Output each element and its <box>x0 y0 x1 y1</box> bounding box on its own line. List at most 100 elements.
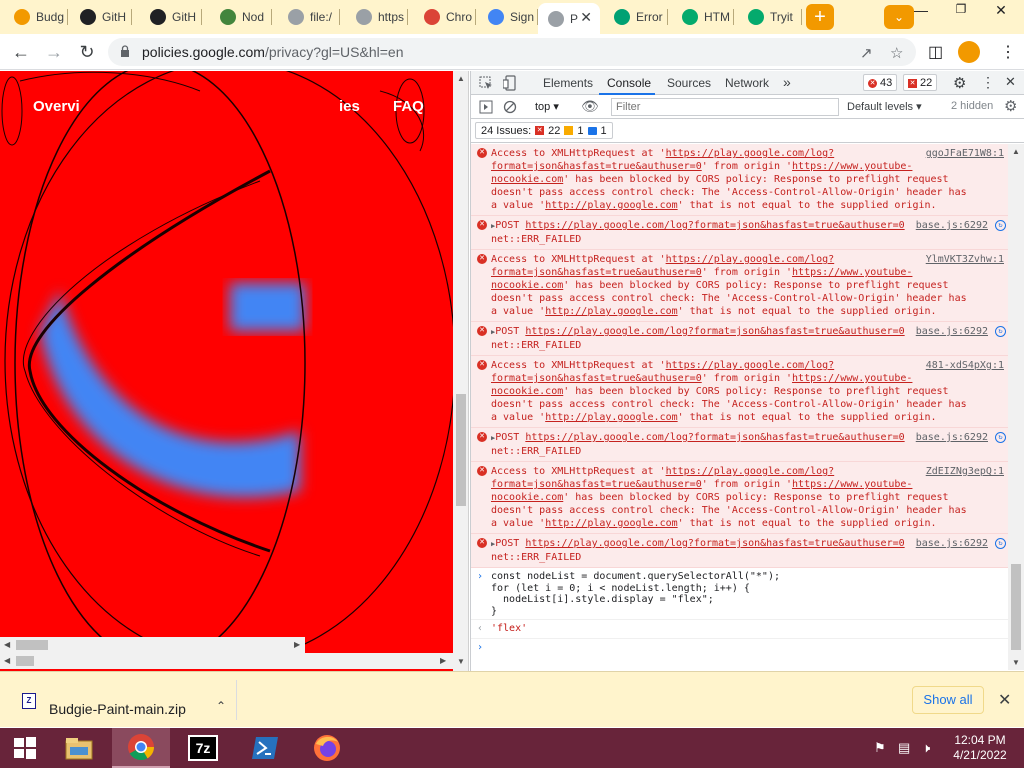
request-url-link[interactable]: https://play.google.com/log?format=json&… <box>525 326 904 337</box>
address-bar[interactable]: policies.google.com/privacy?gl=US&hl=en … <box>108 38 916 66</box>
console-output[interactable]: ✕ Access to XMLHttpRequest at ' https://pl… <box>471 144 1008 670</box>
console-scrollbar[interactable]: ▲ ▼ <box>1008 144 1024 670</box>
source-link[interactable]: ggoJFaE71W8:1 <box>921 147 1004 160</box>
scrollbar-thumb[interactable] <box>16 640 48 650</box>
console-network-error[interactable]: ✕ ▶POST https://play.google.com/log?forma… <box>471 428 1008 462</box>
browser-tab[interactable]: P ✕ <box>538 3 600 34</box>
request-url-link[interactable]: https://play.google.com/log?format=json&… <box>525 220 904 231</box>
clear-console-icon[interactable] <box>503 100 517 114</box>
live-expression-eye-icon[interactable]: 👁 <box>581 98 599 115</box>
device-toolbar-icon[interactable] <box>503 75 517 91</box>
taskbar-file-explorer[interactable] <box>50 728 108 768</box>
inspect-element-icon[interactable] <box>479 76 493 90</box>
page-vertical-scrollbar[interactable]: ▲ ▼ <box>453 71 469 671</box>
request-url-link[interactable]: https://play.google.com/log?format=json&… <box>525 538 904 549</box>
scroll-down-arrow-icon[interactable]: ▼ <box>1012 658 1020 667</box>
back-button[interactable]: ← <box>10 41 32 63</box>
network-reload-icon[interactable]: ↻ <box>995 538 1006 549</box>
console-cors-error[interactable]: ✕ Access to XMLHttpRequest at 'https://pl… <box>471 250 1008 322</box>
warning-count-badge[interactable]: ✕ 22 <box>903 74 938 91</box>
inner-horizontal-scrollbar[interactable]: ◀ ▶ <box>0 637 305 653</box>
side-panel-icon[interactable]: ◫ <box>928 42 943 62</box>
header-value-link[interactable]: http://play.google.com <box>545 306 677 317</box>
browser-tab[interactable]: Chro <box>414 4 476 30</box>
download-item[interactable]: Z Budgie-Paint-main.zip ⌃ <box>10 680 236 720</box>
source-link[interactable]: base.js:6292 <box>911 219 988 232</box>
action-center-flag-icon[interactable]: ⚑ <box>874 740 886 756</box>
tab-sources[interactable]: Sources <box>667 76 711 90</box>
error-count-badge[interactable]: ✕ 43 <box>863 74 898 91</box>
scrollbar-thumb[interactable] <box>16 656 34 666</box>
network-reload-icon[interactable]: ↻ <box>995 432 1006 443</box>
console-network-error[interactable]: ✕ ▶POST https://play.google.com/log?forma… <box>471 322 1008 356</box>
start-button[interactable] <box>0 728 50 768</box>
scroll-down-arrow-icon[interactable]: ▼ <box>457 657 465 666</box>
console-cors-error[interactable]: ✕ Access to XMLHttpRequest at 'https://pl… <box>471 144 1008 216</box>
browser-tab[interactable]: https <box>346 4 408 30</box>
lock-icon[interactable] <box>120 45 130 57</box>
header-value-link[interactable]: http://play.google.com <box>545 518 677 529</box>
console-cors-error[interactable]: ✕ Access to XMLHttpRequest at 'https://pl… <box>471 356 1008 428</box>
avatar[interactable] <box>958 41 980 63</box>
nav-policies-link[interactable]: ies <box>339 98 360 115</box>
scrollbar-thumb[interactable] <box>1011 564 1021 650</box>
sidebar-toggle-icon[interactable] <box>479 100 493 114</box>
scroll-right-arrow-icon[interactable]: ▶ <box>440 656 446 665</box>
network-reload-icon[interactable]: ↻ <box>995 326 1006 337</box>
console-prompt[interactable]: › <box>471 639 1008 657</box>
settings-gear-icon[interactable]: ⚙ <box>953 74 966 92</box>
bookmark-star-icon[interactable]: ☆ <box>890 44 903 62</box>
scroll-left-arrow-icon[interactable]: ◀ <box>4 656 10 665</box>
reload-button[interactable]: ↻ <box>76 41 98 63</box>
console-filter-input[interactable] <box>611 98 839 116</box>
taskbar-firefox[interactable] <box>298 728 356 768</box>
scroll-up-arrow-icon[interactable]: ▲ <box>1012 147 1020 156</box>
new-tab-button[interactable]: + <box>806 4 834 30</box>
close-devtools-icon[interactable]: ✕ <box>1005 74 1016 90</box>
browser-tab[interactable]: Sign <box>478 4 538 30</box>
request-url-link[interactable]: https://play.google.com/log?format=json&… <box>525 432 904 443</box>
close-window-button[interactable]: ✕ <box>984 2 1018 22</box>
header-value-link[interactable]: http://play.google.com <box>545 412 677 423</box>
header-value-link[interactable]: http://play.google.com <box>545 200 677 211</box>
chevron-up-icon[interactable]: ⌃ <box>216 699 226 713</box>
taskbar-powershell[interactable] <box>236 728 294 768</box>
taskbar-7zip[interactable]: 7z <box>174 728 232 768</box>
devtools-menu-icon[interactable]: ⋮ <box>981 74 995 91</box>
browser-tab[interactable]: Nod <box>210 4 272 30</box>
volume-muted-icon[interactable]: 🕨 <box>922 740 930 756</box>
share-icon[interactable]: ↗ <box>860 44 873 62</box>
source-link[interactable]: YlmVKT3Zvhw:1 <box>921 253 1004 266</box>
network-icon[interactable]: ▤ <box>898 740 910 756</box>
console-network-error[interactable]: ✕ ▶POST https://play.google.com/log?forma… <box>471 534 1008 568</box>
menu-kebab-icon[interactable]: ⋮ <box>1000 42 1016 62</box>
forward-button[interactable]: → <box>43 41 65 63</box>
url-text[interactable]: policies.google.com/privacy?gl=US&hl=en <box>142 44 404 60</box>
close-tab-icon[interactable]: ✕ <box>580 9 592 26</box>
browser-tab[interactable]: HTM <box>672 4 734 30</box>
more-tabs-icon[interactable]: » <box>783 74 791 90</box>
source-link[interactable]: base.js:6292 <box>911 537 988 550</box>
browser-tab[interactable]: GitH <box>140 4 202 30</box>
source-link[interactable]: ZdEIZNg3epQ:1 <box>921 465 1004 478</box>
network-reload-icon[interactable]: ↻ <box>995 220 1006 231</box>
scroll-left-arrow-icon[interactable]: ◀ <box>4 640 10 649</box>
tab-network[interactable]: Network <box>725 76 769 90</box>
browser-tab[interactable]: Error <box>604 4 668 30</box>
console-cors-error[interactable]: ✕ Access to XMLHttpRequest at 'https://pl… <box>471 462 1008 534</box>
browser-tab[interactable]: Tryit <box>738 4 802 30</box>
log-levels-dropdown[interactable]: Default levels ▾ <box>847 100 922 113</box>
console-settings-gear-icon[interactable]: ⚙ <box>1004 97 1017 115</box>
page-horizontal-scrollbar[interactable]: ◀ ▶ <box>0 653 453 669</box>
console-input-code[interactable]: › const nodeList = document.querySelector… <box>471 568 1008 620</box>
browser-tab[interactable]: file:/ <box>278 4 340 30</box>
tab-elements[interactable]: Elements <box>543 76 593 90</box>
source-link[interactable]: base.js:6292 <box>911 325 988 338</box>
console-network-error[interactable]: ✕ ▶POST https://play.google.com/log?forma… <box>471 216 1008 250</box>
source-link[interactable]: 481-xdS4pXg:1 <box>921 359 1004 372</box>
nav-overview-link[interactable]: Overvi <box>33 98 80 115</box>
issues-button[interactable]: 24 Issues: ✕ 22 1 1 <box>475 122 613 139</box>
show-all-button[interactable]: Show all <box>912 686 984 714</box>
browser-tab[interactable]: Budg <box>4 4 68 30</box>
taskbar-clock[interactable]: 12:04 PM 4/21/2022 <box>944 733 1016 763</box>
